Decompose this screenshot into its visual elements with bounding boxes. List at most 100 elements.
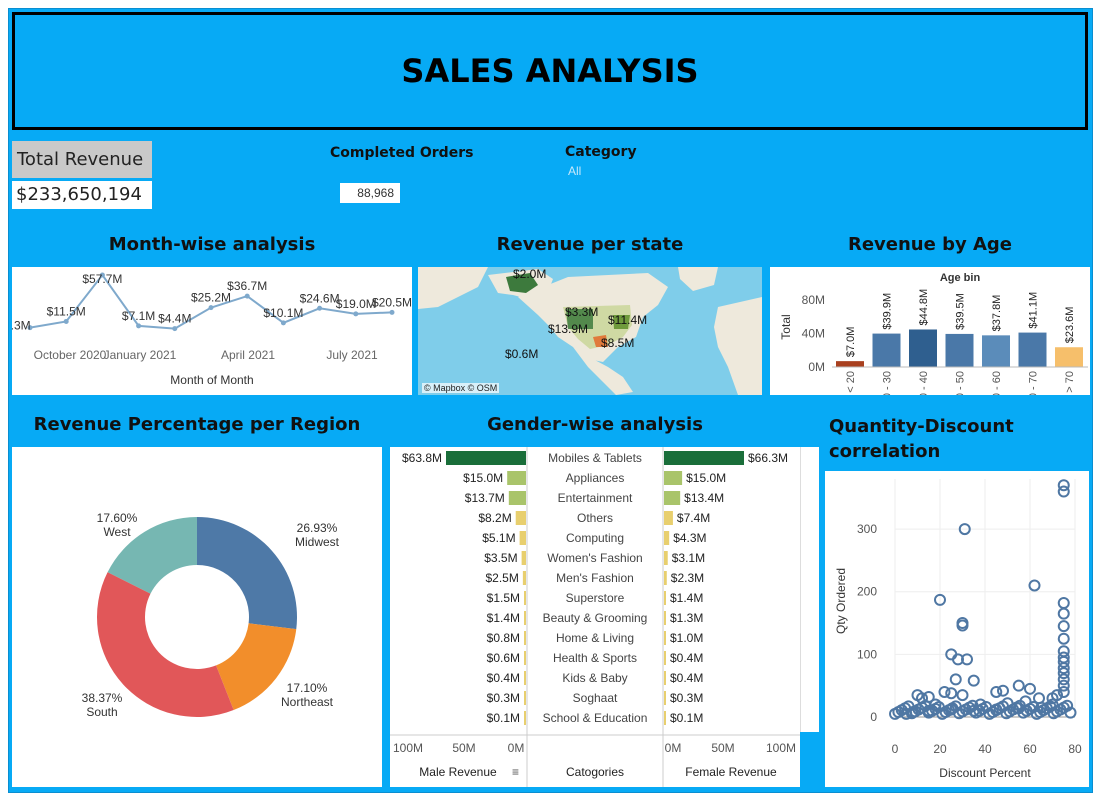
age-bar-label: $39.9M <box>882 293 894 330</box>
female-axis-tick: 50M <box>711 741 734 755</box>
age-bar-label: $41.1M <box>1028 292 1040 329</box>
age-chart-title: Age bin <box>940 272 981 284</box>
month-data-label: $36.7M <box>227 279 267 293</box>
region-slice-name: South <box>86 705 117 719</box>
month-data-label: $25.2M <box>191 291 231 305</box>
sort-icon: ≡ <box>512 765 519 779</box>
qty-point <box>967 674 980 687</box>
age-bar <box>909 329 937 367</box>
gender-scrollbar[interactable] <box>800 447 819 732</box>
completed-orders-value: 88,968 <box>340 183 400 203</box>
male-bar <box>524 591 526 605</box>
female-bar <box>664 531 670 545</box>
age-bar <box>836 361 864 367</box>
region-slice-name: West <box>103 525 131 539</box>
qty-point <box>997 684 1009 697</box>
state-map-panel[interactable]: $2.0M $3.3M $11.4M $13.9M $8.5M $0.6M © … <box>418 267 762 395</box>
month-panel: $5.3M $11.5M $57.7M $7.1M$4.4M$25.2M$36.7M $… <box>0 267 412 395</box>
male-bar-label: $5.1M <box>482 531 515 545</box>
female-bar <box>664 591 666 605</box>
female-bar <box>664 651 666 665</box>
female-bar <box>664 471 683 485</box>
male-bar-label: $3.5M <box>484 551 517 565</box>
age-heading: Revenue by Age <box>847 234 1013 255</box>
title-banner: SALES ANALYSIS <box>12 12 1088 130</box>
map-label-6: $8.5M <box>601 336 635 350</box>
female-bar-label: $13.4M <box>684 491 724 505</box>
age-y-tick: 0M <box>808 360 825 374</box>
male-bar-label: $0.8M <box>487 631 520 645</box>
female-bar <box>664 711 666 725</box>
female-bar-label: $1.0M <box>670 631 703 645</box>
month-point <box>172 326 178 332</box>
age-bar-label: $44.8M <box>918 289 930 326</box>
age-x-tick: 60 - 70 <box>1028 371 1040 395</box>
female-bar-label: $4.3M <box>673 531 706 545</box>
age-x-tick: 20 - 30 <box>882 371 894 395</box>
female-bar <box>664 671 666 685</box>
page-title: SALES ANALYSIS <box>401 52 699 90</box>
month-x-tick: April 2021 <box>221 348 275 362</box>
male-bar <box>522 571 526 585</box>
age-bar <box>982 335 1010 367</box>
region-slice-percent: 17.10% <box>287 681 328 695</box>
female-bar <box>664 511 673 525</box>
month-x-tick: July 2021 <box>326 348 378 362</box>
qty-panel: 0 20 40 60 80 0 100 200 300 Discount Percent Qty O… <box>825 471 1089 787</box>
age-x-tick: > 70 <box>1064 371 1076 393</box>
male-bar <box>524 651 526 665</box>
map-label-3: $3.3M <box>565 305 599 319</box>
region-slice-percent: 26.93% <box>297 521 338 535</box>
month-data-label: $20.5M <box>372 295 412 309</box>
qty-y-tick: 200 <box>857 585 877 599</box>
qty-point <box>956 689 969 702</box>
male-bar <box>515 511 526 525</box>
male-bar <box>524 711 526 725</box>
region-heading: Revenue Percentage per Region <box>33 414 361 435</box>
gender-category-label: Health & Sports <box>553 651 637 665</box>
region-panel: 26.93% Midwest 17.10% Northeast 38.37% South 1… <box>12 447 382 787</box>
female-axis-tick: 100M <box>766 741 796 755</box>
age-bar-label: $37.8M <box>991 295 1003 332</box>
qty-y-axis-label: Qty Ordered <box>834 568 848 634</box>
male-axis-tick: 100M <box>393 741 423 755</box>
month-point <box>136 323 142 329</box>
map-label-alaska: $2.0M <box>513 267 547 281</box>
age-bar-label: $7.0M <box>845 327 857 358</box>
qty-point <box>1057 620 1070 633</box>
qty-y-tick: 0 <box>870 710 877 724</box>
category-header: Catogories <box>566 765 624 779</box>
age-bar-chart: Age bin Total 80M 40M 0M $7.0M < 20 $39.9M 20 - … <box>779 272 1088 405</box>
female-bar-label: $2.3M <box>671 571 704 585</box>
male-bar <box>508 491 526 505</box>
male-bar-label: $8.2M <box>478 511 511 525</box>
state-map[interactable] <box>418 267 762 395</box>
qty-y-tick: 300 <box>857 522 877 536</box>
completed-orders-label: Completed Orders <box>330 145 474 161</box>
male-bar-label: $15.0M <box>463 471 503 485</box>
age-x-tick: 50 - 60 <box>991 371 1003 395</box>
region-donut-chart: 26.93%Midwest 17.10%Northeast 38.37%South 1… <box>82 511 340 719</box>
qty-point <box>1033 692 1045 705</box>
male-bar-label: $63.8M <box>402 451 442 465</box>
age-y-tick: 80M <box>802 293 825 307</box>
qty-x-tick: 60 <box>1023 742 1037 756</box>
male-bar <box>446 451 526 465</box>
female-bar-label: $1.3M <box>670 611 703 625</box>
gender-category-label: Women's Fashion <box>547 551 642 565</box>
female-bar-label: $1.4M <box>670 591 703 605</box>
qty-point <box>1057 597 1070 610</box>
female-bar <box>664 551 668 565</box>
female-bar <box>664 611 666 625</box>
region-slice-name: Northeast <box>281 695 334 709</box>
category-filter-value[interactable]: All <box>568 164 581 178</box>
gender-category-label: Soghaat <box>573 691 618 705</box>
month-point <box>280 320 286 326</box>
male-bar <box>524 691 526 705</box>
qty-point <box>1028 579 1041 592</box>
age-bar-label: $23.6M <box>1064 307 1076 344</box>
month-point <box>63 318 69 324</box>
month-point <box>208 305 214 311</box>
male-bar-label: $1.5M <box>487 591 520 605</box>
male-bar <box>524 611 526 625</box>
